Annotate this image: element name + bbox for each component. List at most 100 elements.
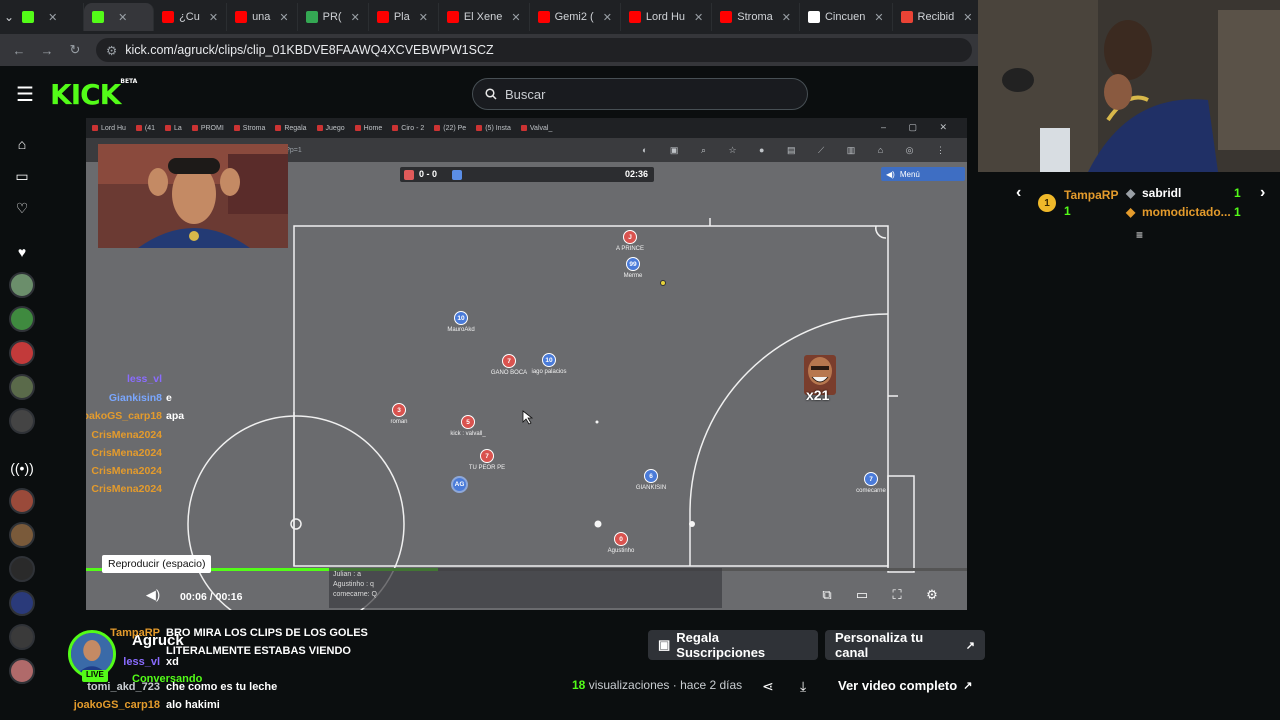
view-label: visualizaciones	[588, 678, 670, 692]
close-tab-icon[interactable]: ✕	[48, 11, 57, 24]
video-controls: ◀) 00:06 / 00:16 ⧉ ▭ ⛶ ⚙	[86, 580, 967, 610]
player-disc: 7	[480, 449, 494, 463]
followed-channel-avatar[interactable]	[9, 306, 35, 332]
recommended-channel-avatar[interactable]	[9, 658, 35, 684]
full-video-label: Ver video completo	[838, 677, 958, 693]
player-name: roman	[390, 419, 408, 425]
browser-tab[interactable]: El Xene ✕	[439, 3, 530, 31]
hamburger-menu-icon[interactable]: ☰	[0, 82, 50, 107]
heart-icon[interactable]: ♥	[18, 236, 26, 268]
close-tab-icon[interactable]: ✕	[874, 11, 883, 24]
player-disc: 3	[392, 403, 406, 417]
recommended-channel-avatar[interactable]	[9, 522, 35, 548]
tab-list-icon[interactable]: ⌄	[4, 10, 14, 24]
close-tab-icon[interactable]: ✕	[603, 11, 612, 24]
logo-beta: BETA	[120, 77, 138, 85]
browser-tab[interactable]: una ✕	[227, 3, 298, 31]
chevron-left-icon[interactable]: ‹	[1016, 184, 1021, 202]
browser-tab[interactable]: Pla ✕	[369, 3, 439, 31]
game-menu-button[interactable]: ◀) Menú	[881, 167, 965, 181]
customize-channel-label: Personaliza tu canal	[835, 630, 924, 660]
browser-tab[interactable]: Cincuen ✕	[800, 3, 893, 31]
home-icon[interactable]: ⌂	[18, 128, 26, 160]
live-broadcast-icon[interactable]: ((•))	[10, 452, 34, 484]
browser-tab[interactable]: ✕	[84, 3, 155, 31]
tab-title: Stroma	[737, 11, 773, 23]
close-tab-icon[interactable]: ✕	[209, 11, 218, 24]
settings-icon[interactable]: ⚙	[923, 587, 941, 605]
recorded-tab: Home	[354, 125, 382, 132]
close-tab-icon[interactable]: ✕	[694, 11, 703, 24]
player-disc: 99	[626, 257, 640, 271]
address-bar[interactable]: ⚙ kick.com/agruck/clips/clip_01KBDVE8FAA…	[96, 38, 972, 62]
recorded-tab-favicon-icon	[476, 125, 483, 131]
player-disc: 7	[864, 472, 878, 486]
recommended-channel-avatar[interactable]	[9, 624, 35, 650]
browser-tab[interactable]: ✕	[14, 3, 85, 31]
chevron-right-icon[interactable]: ›	[1260, 184, 1265, 202]
tab-favicon-icon	[376, 11, 389, 23]
browse-icon[interactable]: ▭	[15, 160, 28, 192]
recorded-tab-title: (41	[144, 124, 156, 132]
full-video-button[interactable]: Ver video completo ↗	[828, 670, 986, 700]
following-icon[interactable]: ♡	[16, 192, 29, 224]
close-tab-icon[interactable]: ✕	[963, 11, 972, 24]
recorded-tab-favicon-icon	[92, 125, 98, 131]
close-tab-icon[interactable]: ✕	[118, 11, 127, 24]
browser-tab[interactable]: Gemi2 ( ✕	[530, 3, 621, 31]
tab-title: El Xene	[463, 11, 503, 23]
recommended-channel-avatar[interactable]	[9, 590, 35, 616]
tab-favicon-icon	[537, 11, 550, 23]
volume-icon[interactable]: ◀)	[144, 587, 162, 605]
gifter-name[interactable]: sabridl	[1142, 186, 1181, 200]
collapse-filter-icon[interactable]: ≡	[1136, 228, 1143, 242]
close-tab-icon[interactable]: ✕	[419, 11, 428, 24]
top-gifter-name[interactable]: TampaRP	[1064, 188, 1118, 202]
player-name: GIANKISIN	[635, 485, 667, 491]
close-tab-icon[interactable]: ✕	[279, 11, 288, 24]
fullscreen-icon[interactable]: ⛶	[888, 587, 906, 605]
followed-channel-avatar[interactable]	[9, 340, 35, 366]
theater-mode-icon[interactable]: ▭	[853, 587, 871, 605]
player-name: comecarne	[856, 488, 886, 494]
player-name: kick : valvall_	[450, 431, 486, 437]
close-tab-icon[interactable]: ✕	[782, 11, 791, 24]
recorded-tab: (22) Pe	[434, 125, 466, 132]
search-box[interactable]	[472, 78, 808, 110]
site-info-icon[interactable]: ⚙	[106, 43, 117, 58]
followed-channel-avatar[interactable]	[9, 272, 35, 298]
browser-tab[interactable]: Lord Hu ✕	[621, 3, 713, 31]
customize-channel-button[interactable]: Personaliza tu canal ↗	[825, 630, 985, 660]
browser-tab[interactable]: Stroma ✕	[712, 3, 800, 31]
picture-in-picture-icon[interactable]: ⧉	[818, 587, 836, 605]
reload-icon[interactable]: ↻	[68, 42, 82, 58]
recommended-channel-avatar[interactable]	[9, 556, 35, 582]
clip-video-player[interactable]: Lord Hu (41 La PROMI Stroma Regala Juego Home Ci…	[86, 118, 967, 610]
gifter-name[interactable]: momodictado...	[1142, 205, 1231, 219]
close-tab-icon[interactable]: ✕	[511, 11, 520, 24]
followed-channel-avatar[interactable]	[9, 408, 35, 434]
game-ball	[660, 280, 666, 286]
download-icon[interactable]: ⤓	[800, 678, 806, 695]
browser-tab[interactable]: Recibid ✕	[893, 3, 980, 31]
recorded-tab: (41	[135, 124, 156, 132]
browser-tab[interactable]: PR(✕	[298, 3, 369, 31]
search-input[interactable]	[505, 86, 785, 102]
browser-tab[interactable]: ¿Cu ✕	[154, 3, 228, 31]
chat-username: joakoGS_carp18	[73, 699, 160, 711]
followed-channel-avatar[interactable]	[9, 374, 35, 400]
close-tab-icon[interactable]: ✕	[351, 11, 360, 24]
player-name: iago palacios	[531, 369, 567, 375]
recorded-window-controls: – ▢ ✕	[880, 122, 957, 132]
tab-favicon-icon	[900, 11, 913, 23]
gift-subs-button[interactable]: ▣ Regala Suscripciones	[648, 630, 818, 660]
share-icon[interactable]: ⋖	[762, 678, 774, 695]
kick-logo[interactable]: KICKBETA	[50, 78, 137, 111]
recorded-tab-favicon-icon	[316, 125, 323, 131]
forward-icon[interactable]: →	[40, 43, 54, 58]
back-icon[interactable]: ←	[12, 43, 26, 58]
tab-title: Gemi2 (	[554, 11, 594, 23]
recorded-tab: Lord Hu	[92, 125, 126, 132]
recommended-channel-avatar[interactable]	[9, 488, 35, 514]
browser-tab-strip: ⌄ ✕ ✕ ¿Cu ✕ una ✕ PR(✕ Pla ✕ El Xene ✕ Gemi2 (✕ Lord…	[0, 0, 980, 34]
